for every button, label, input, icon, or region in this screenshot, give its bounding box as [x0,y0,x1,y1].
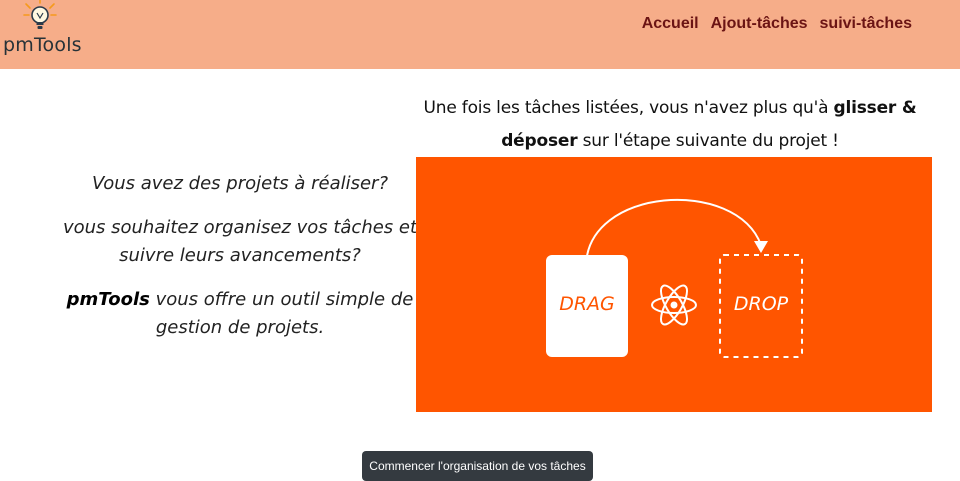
intro-line-2: vous souhaitez organisez vos tâches et s… [62,217,418,266]
nav-link-ajout-taches[interactable]: Ajout-tâches [711,15,808,33]
header: pmTools Accueil Ajout-tâches suivi-tâche… [0,0,960,69]
caption-part-1: Une fois les tâches listées, vous n'avez… [423,98,834,118]
react-atom-icon [651,284,697,326]
arrow-head-icon [754,241,768,253]
drag-drop-caption: Une fois les tâches listées, vous n'avez… [410,92,930,158]
logo[interactable]: pmTools [0,0,110,69]
caption-bold-2: déposer [501,131,578,151]
drop-label: DROP [734,293,789,315]
intro-brand: pmTools [66,289,150,310]
lightbulb-icon [23,0,57,29]
app-name: pmTools [3,34,82,56]
drag-drop-banner: DRAG DROP [416,157,932,412]
drag-label: DRAG [559,293,615,315]
top-nav: Accueil Ajout-tâches suivi-tâches [642,15,912,33]
intro-line-1: Vous avez des projets à réaliser? [91,173,389,194]
nav-link-suivi-taches[interactable]: suivi-tâches [820,15,912,33]
intro-line-3-rest: vous offre un outil simple de gestion de… [149,289,414,338]
drag-drop-illustration: DRAG DROP [546,198,803,358]
nav-link-accueil[interactable]: Accueil [642,15,699,33]
caption-bold-1: glisser & [833,98,917,118]
caption-part-2: sur l'étape suivante du projet ! [577,131,839,151]
start-organizing-button[interactable]: Commencer l'organisation de vos tâches [362,451,593,481]
intro-text: Vous avez des projets à réaliser? vous s… [60,170,420,358]
intro-line-3: pmTools vous offre un outil simple de ge… [60,286,420,342]
